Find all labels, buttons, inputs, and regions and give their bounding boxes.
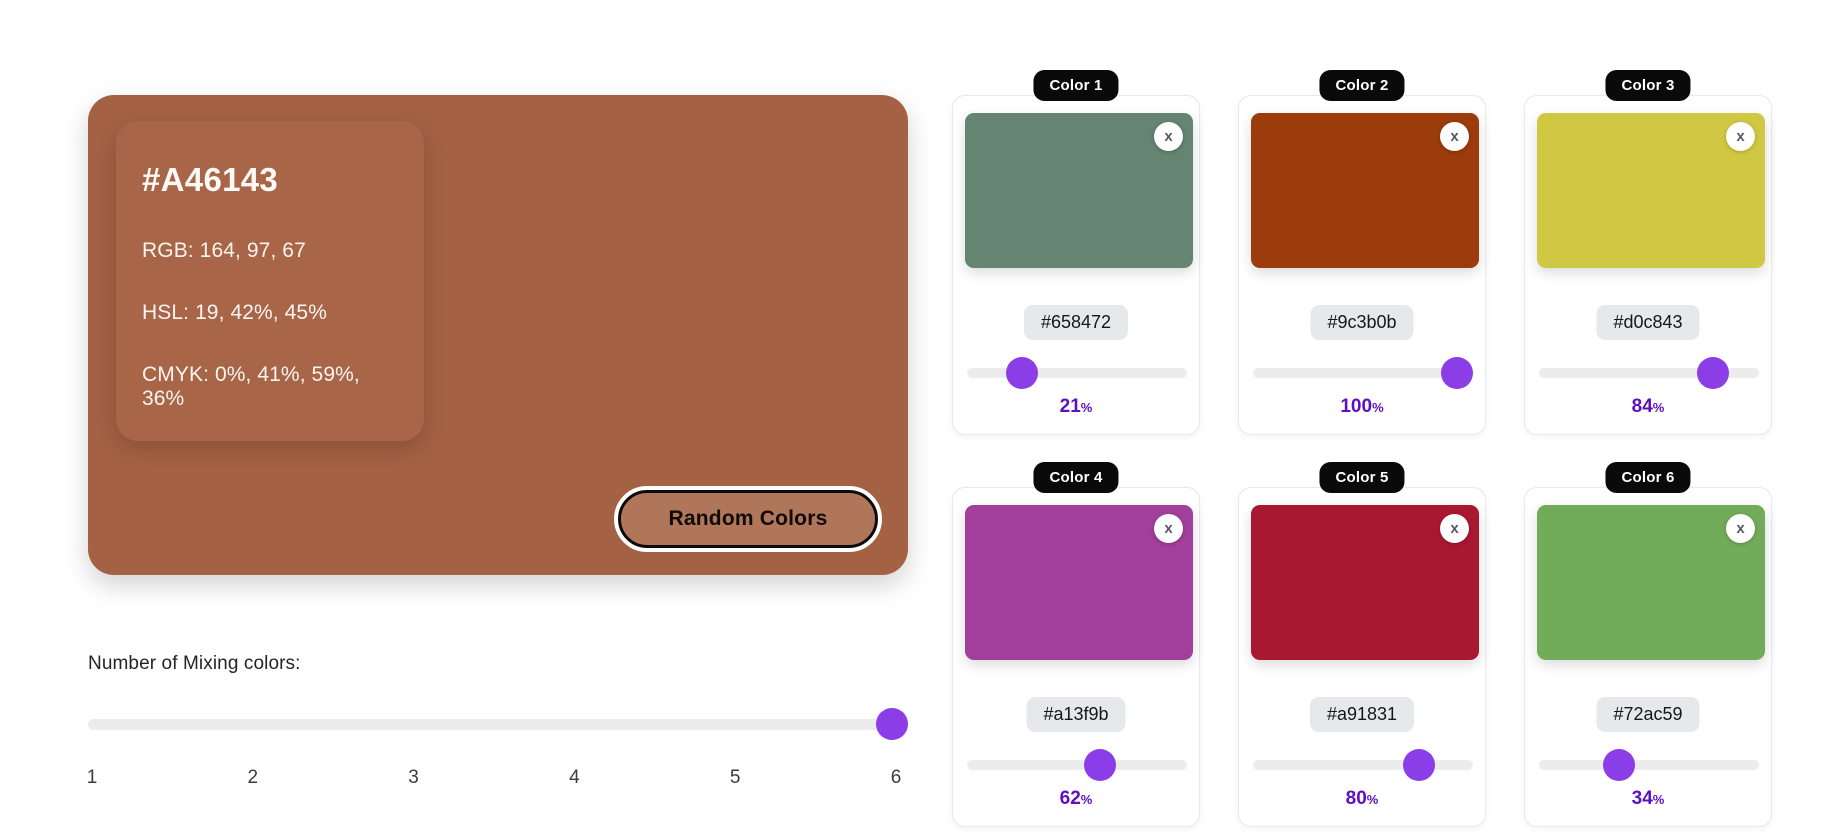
close-icon[interactable]: x xyxy=(1154,122,1183,151)
percent-number: 62 xyxy=(1059,788,1081,809)
percent-number: 21 xyxy=(1059,396,1081,417)
color-weight-slider-track[interactable] xyxy=(967,368,1187,378)
hsl-value: HSL: 19, 42%, 45% xyxy=(142,301,327,324)
color-weight-slider[interactable] xyxy=(1539,749,1759,781)
mixing-tick-2: 2 xyxy=(247,767,259,788)
color-hex-value[interactable]: #a91831 xyxy=(1309,697,1415,732)
color-card: Color 2 x #9c3b0b 100% xyxy=(1238,70,1486,435)
mixing-colors-control: Number of Mixing colors: 1 2 3 4 5 6 xyxy=(86,653,908,791)
color-swatch[interactable]: x xyxy=(1251,505,1479,660)
color-mixer-app: #A46143 RGB: 164, 97, 67 HSL: 19, 42%, 4… xyxy=(0,0,1831,834)
mixing-slider-ticks: 1 2 3 4 5 6 xyxy=(86,767,908,791)
color-card-badge: Color 5 xyxy=(1319,462,1405,493)
color-weight-slider-thumb[interactable] xyxy=(1403,749,1436,781)
color-swatch[interactable]: x xyxy=(1537,505,1765,660)
color-hex-value[interactable]: #658472 xyxy=(1023,305,1129,340)
color-swatch[interactable]: x xyxy=(965,113,1193,268)
color-hex-value[interactable]: #a13f9b xyxy=(1026,697,1126,732)
color-card-badge: Color 4 xyxy=(1033,462,1119,493)
percent-sign: % xyxy=(1080,792,1093,807)
color-weight-slider-track[interactable] xyxy=(1253,368,1473,378)
mixed-color-panel: #A46143 RGB: 164, 97, 67 HSL: 19, 42%, 4… xyxy=(88,95,908,575)
color-weight-slider-track[interactable] xyxy=(1253,760,1473,770)
color-weight-percent: 21% xyxy=(1060,396,1093,418)
close-icon[interactable]: x xyxy=(1440,122,1469,151)
mixing-tick-4: 4 xyxy=(569,767,580,788)
color-weight-percent: 80% xyxy=(1346,788,1379,810)
color-weight-slider-thumb[interactable] xyxy=(1602,749,1635,781)
mixing-tick-6: 6 xyxy=(890,767,902,788)
percent-sign: % xyxy=(1652,400,1665,415)
percent-sign: % xyxy=(1080,400,1093,415)
color-card-badge: Color 1 xyxy=(1033,70,1119,101)
color-hex-value[interactable]: #d0c843 xyxy=(1596,305,1700,340)
color-swatch[interactable]: x xyxy=(1537,113,1765,268)
mixing-tick-3: 3 xyxy=(408,767,419,788)
color-weight-percent: 62% xyxy=(1060,788,1093,810)
color-card: Color 5 x #a91831 80% xyxy=(1238,462,1486,827)
percent-sign: % xyxy=(1366,792,1379,807)
color-weight-percent: 84% xyxy=(1632,396,1665,418)
close-icon[interactable]: x xyxy=(1154,514,1183,543)
color-card: Color 1 x #658472 21% xyxy=(952,70,1200,435)
color-card: Color 4 x #a13f9b 62% xyxy=(952,462,1200,827)
color-swatch[interactable]: x xyxy=(965,505,1193,660)
color-weight-slider-thumb[interactable] xyxy=(1083,749,1116,781)
percent-sign: % xyxy=(1372,400,1384,415)
color-weight-slider[interactable] xyxy=(1253,357,1473,389)
mixing-tick-1: 1 xyxy=(86,767,98,788)
color-weight-slider[interactable] xyxy=(967,749,1187,781)
mixing-slider[interactable] xyxy=(88,708,908,740)
color-weight-slider-thumb[interactable] xyxy=(1006,357,1039,389)
close-icon[interactable]: x xyxy=(1726,514,1755,543)
percent-number: 84 xyxy=(1631,396,1653,417)
mixing-slider-thumb[interactable] xyxy=(876,708,908,740)
color-swatch[interactable]: x xyxy=(1251,113,1479,268)
color-weight-slider-track[interactable] xyxy=(1539,760,1759,770)
percent-number: 100 xyxy=(1340,396,1373,417)
color-info-card: #A46143 RGB: 164, 97, 67 HSL: 19, 42%, 4… xyxy=(116,121,424,441)
color-hex-value[interactable]: #9c3b0b xyxy=(1310,305,1414,340)
mixing-colors-label: Number of Mixing colors: xyxy=(88,653,301,674)
random-colors-button[interactable]: Random Colors xyxy=(614,486,882,552)
color-card-badge: Color 2 xyxy=(1319,70,1405,101)
color-cards-grid: Color 1 x #658472 21% Color 2 x #9c3b0b 100% Col… xyxy=(952,70,1772,827)
percent-number: 34 xyxy=(1631,788,1653,809)
color-card-badge: Color 3 xyxy=(1605,70,1691,101)
color-weight-slider-thumb[interactable] xyxy=(1441,357,1473,389)
color-weight-slider[interactable] xyxy=(967,357,1187,389)
color-weight-percent: 100% xyxy=(1340,396,1383,418)
rgb-value: RGB: 164, 97, 67 xyxy=(142,239,306,262)
cmyk-value: CMYK: 0%, 41%, 59%, 36% xyxy=(142,363,360,410)
mixed-hex-value: #A46143 xyxy=(142,161,279,198)
color-card: Color 6 x #72ac59 34% xyxy=(1524,462,1772,827)
percent-sign: % xyxy=(1652,792,1665,807)
color-weight-slider-track[interactable] xyxy=(967,760,1187,770)
color-weight-slider[interactable] xyxy=(1253,749,1473,781)
close-icon[interactable]: x xyxy=(1440,514,1469,543)
color-weight-percent: 34% xyxy=(1632,788,1665,810)
percent-number: 80 xyxy=(1345,788,1367,809)
color-card: Color 3 x #d0c843 84% xyxy=(1524,70,1772,435)
color-weight-slider[interactable] xyxy=(1539,357,1759,389)
color-card-badge: Color 6 xyxy=(1605,462,1691,493)
close-icon[interactable]: x xyxy=(1726,122,1755,151)
color-hex-value[interactable]: #72ac59 xyxy=(1596,697,1700,732)
mixing-slider-track[interactable] xyxy=(88,719,908,730)
mixing-tick-5: 5 xyxy=(729,767,741,788)
left-column: #A46143 RGB: 164, 97, 67 HSL: 19, 42%, 4… xyxy=(86,95,908,791)
color-weight-slider-thumb[interactable] xyxy=(1696,357,1729,389)
